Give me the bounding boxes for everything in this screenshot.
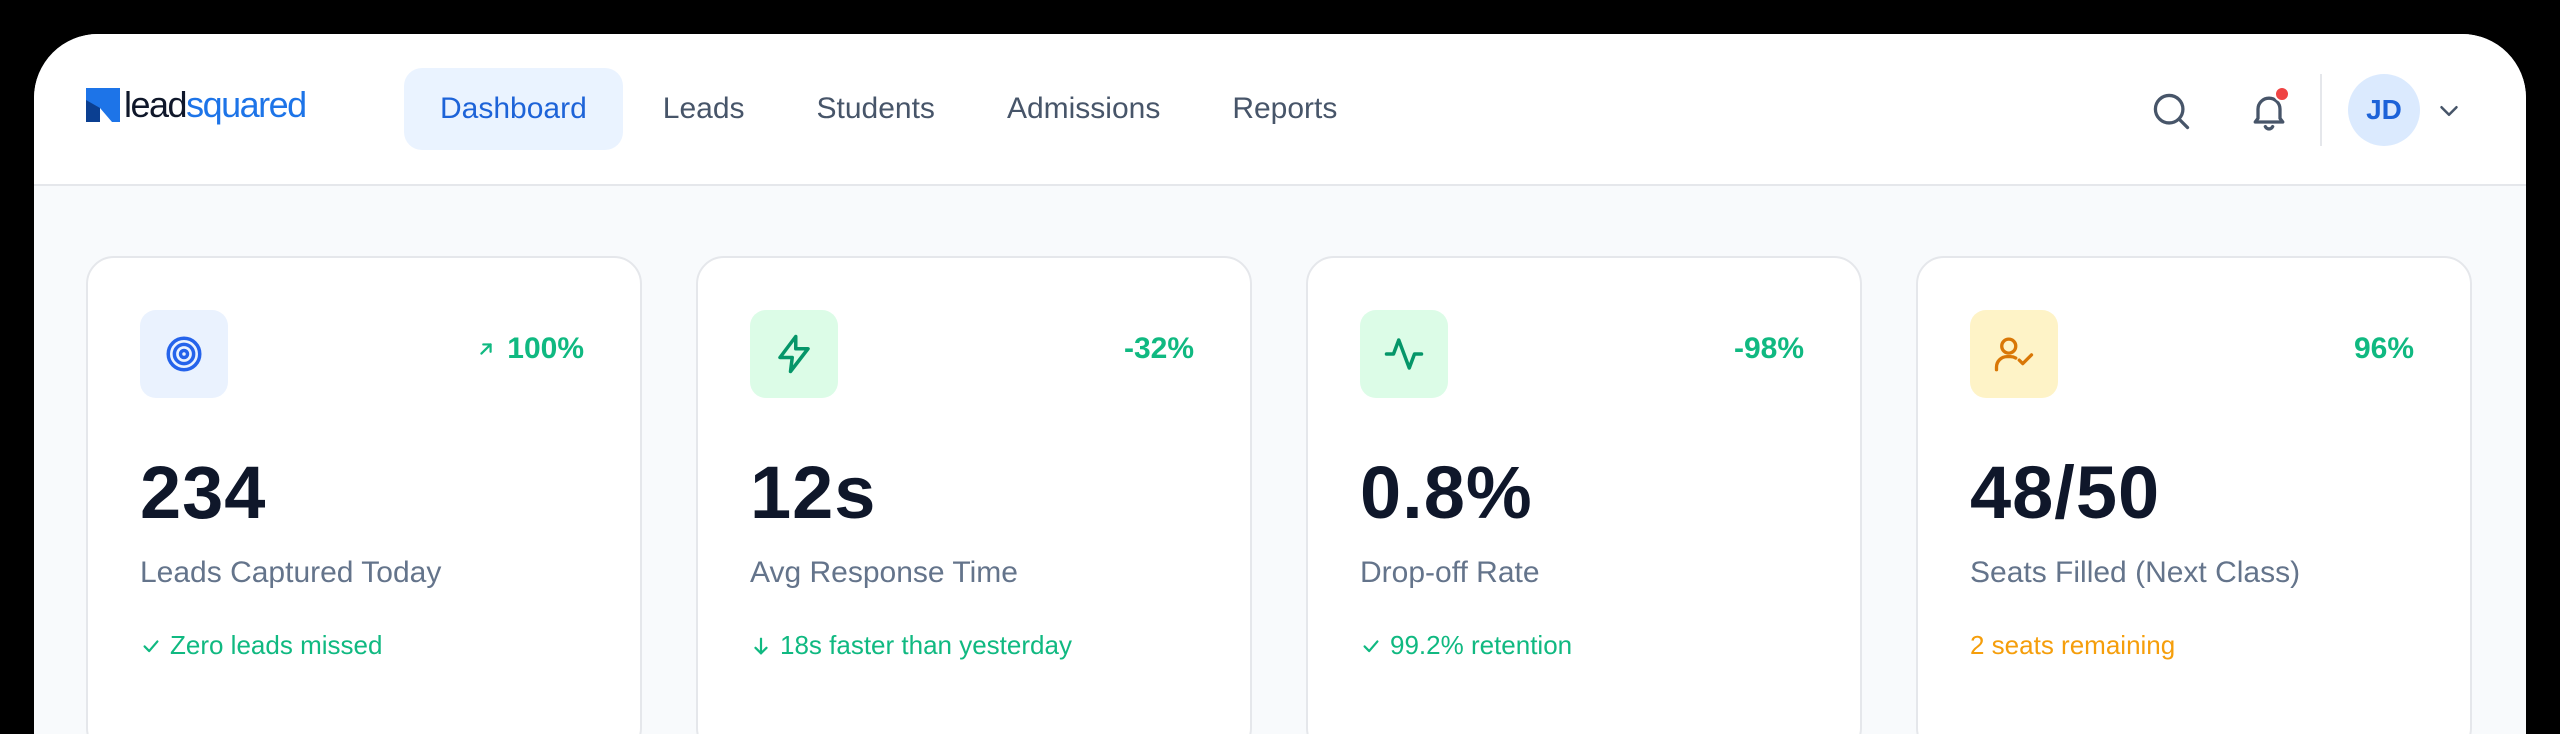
- user-avatar[interactable]: JD: [2348, 74, 2420, 146]
- check-icon: [1363, 639, 1379, 652]
- stat-change-value: 96%: [2353, 332, 2414, 365]
- search-icon: [2153, 93, 2190, 130]
- nav-dashboard[interactable]: Dashboard: [404, 68, 623, 150]
- app-window: leadsquared Dashboard Leads Students Adm…: [34, 34, 2526, 734]
- stat-change: -98%: [1734, 332, 1804, 366]
- main-nav: Dashboard Leads Students Admissions Repo…: [404, 68, 1373, 150]
- stat-label: Seats Filled (Next Class): [1970, 556, 2301, 589]
- stat-change-value: -98%: [1733, 332, 1804, 365]
- stat-change: -32%: [1124, 332, 1194, 366]
- brand-logo[interactable]: leadsquared: [86, 87, 307, 123]
- card-icon-container: [140, 310, 228, 398]
- stat-card-seats-filled[interactable]: 96% 48/50 Seats Filled (Next Class) 2 se…: [1916, 256, 2472, 734]
- arrow-up-right-icon: [480, 343, 492, 355]
- header-divider: [2320, 74, 2322, 146]
- check-icon: [143, 639, 159, 652]
- logo-mark-icon: [86, 88, 120, 122]
- stat-change: 100%: [475, 332, 584, 366]
- stat-change: 96%: [2354, 332, 2414, 366]
- activity-icon: [1384, 338, 1424, 370]
- user-check-icon: [1994, 337, 2034, 372]
- stat-change-value: 100%: [507, 332, 584, 365]
- lightning-icon: [778, 334, 810, 374]
- stat-note: 99.2% retention: [1360, 630, 1572, 661]
- stat-note-text: 18s faster than yesterday: [780, 630, 1072, 660]
- nav-leads[interactable]: Leads: [627, 68, 781, 150]
- stat-note: 18s faster than yesterday: [750, 630, 1072, 661]
- nav-students[interactable]: Students: [781, 68, 971, 150]
- stat-note-text: Zero leads missed: [170, 630, 383, 660]
- stat-label: Avg Response Time: [750, 556, 1018, 589]
- stat-label: Leads Captured Today: [140, 556, 442, 589]
- chevron-down-icon: [2440, 106, 2458, 116]
- stat-card-dropoff-rate[interactable]: -98% 0.8% Drop-off Rate 99.2% retention: [1306, 256, 1862, 734]
- brand-wordmark: leadsquared: [124, 87, 307, 123]
- top-navigation-bar: leadsquared Dashboard Leads Students Adm…: [34, 34, 2526, 186]
- arrow-down-icon: [754, 637, 768, 654]
- card-icon-container: [1360, 310, 1448, 398]
- stat-value: 0.8%: [1360, 451, 1533, 534]
- stat-change-value: -32%: [1123, 332, 1194, 365]
- card-icon-container: [1970, 310, 2058, 398]
- stat-card-avg-response[interactable]: -32% 12s Avg Response Time 18s faster th…: [696, 256, 1252, 734]
- notification-badge: [2274, 86, 2290, 102]
- nav-reports[interactable]: Reports: [1196, 68, 1373, 150]
- stat-note-text: 2 seats remaining: [1970, 630, 2176, 660]
- account-menu-toggle[interactable]: [2434, 96, 2464, 126]
- brand-wordmark-part2: squared: [186, 84, 307, 125]
- card-icon-container: [750, 310, 838, 398]
- stat-card-leads-captured[interactable]: 100% 234 Leads Captured Today Zero leads…: [86, 256, 642, 734]
- stat-note: Zero leads missed: [140, 630, 382, 661]
- search-button[interactable]: [2146, 86, 2196, 136]
- stat-label: Drop-off Rate: [1360, 556, 1540, 589]
- stats-cards: 100% 234 Leads Captured Today Zero leads…: [86, 256, 2472, 734]
- nav-admissions[interactable]: Admissions: [971, 68, 1196, 150]
- target-icon: [166, 336, 202, 372]
- brand-wordmark-part1: lead: [124, 84, 188, 125]
- notifications-button[interactable]: [2244, 86, 2294, 136]
- stat-value: 12s: [750, 451, 877, 534]
- stat-value: 48/50: [1970, 451, 2161, 534]
- stat-note: 2 seats remaining: [1970, 630, 2175, 661]
- stat-note-text: 99.2% retention: [1390, 630, 1573, 660]
- stat-value: 234: [140, 451, 267, 534]
